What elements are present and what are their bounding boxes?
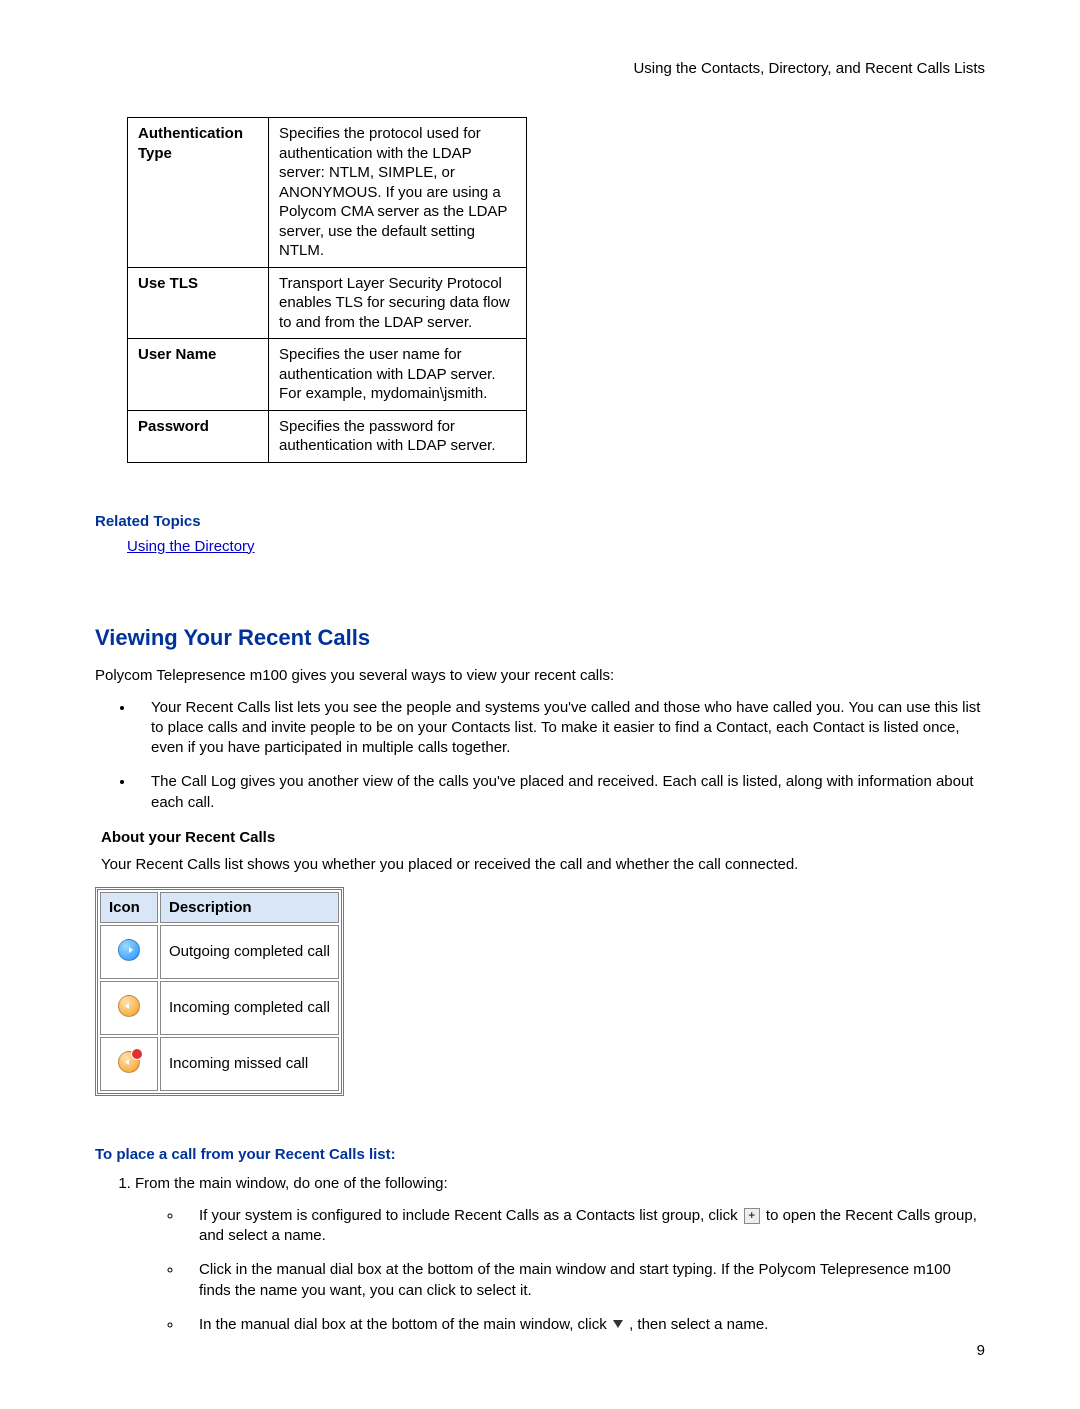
substep-dropdown: In the manual dial box at the bottom of … bbox=[183, 1315, 985, 1335]
description-header: Description bbox=[160, 892, 339, 923]
substep-open-group: If your system is configured to include … bbox=[183, 1206, 985, 1247]
table-row: Incoming completed call bbox=[100, 981, 339, 1035]
incoming-missed-icon bbox=[118, 1051, 140, 1073]
about-heading: About your Recent Calls bbox=[101, 829, 985, 846]
substep-manual-dial: Click in the manual dial box at the bott… bbox=[183, 1260, 985, 1301]
outgoing-completed-icon bbox=[118, 939, 140, 961]
incoming-completed-icon bbox=[118, 995, 140, 1017]
bullet-recent-calls: Your Recent Calls list lets you see the … bbox=[135, 698, 985, 759]
setting-label: Use TLS bbox=[128, 267, 269, 339]
setting-label: Password bbox=[128, 410, 269, 462]
icon-desc: Incoming missed call bbox=[160, 1037, 339, 1091]
expand-icon: + bbox=[744, 1208, 760, 1224]
page-number: 9 bbox=[977, 1342, 985, 1359]
using-the-directory-link[interactable]: Using the Directory bbox=[127, 538, 255, 555]
procedure-heading: To place a call from your Recent Calls l… bbox=[95, 1146, 985, 1163]
section-intro: Polycom Telepresence m100 gives you seve… bbox=[95, 665, 985, 686]
about-text: Your Recent Calls list shows you whether… bbox=[101, 854, 985, 875]
table-row: Incoming missed call bbox=[100, 1037, 339, 1091]
table-row: Authentication Type Specifies the protoc… bbox=[128, 118, 527, 268]
step-1: From the main window, do one of the foll… bbox=[135, 1173, 985, 1335]
table-row: User Name Specifies the user name for au… bbox=[128, 339, 527, 411]
setting-label: Authentication Type bbox=[128, 118, 269, 268]
substep-a-pre: If your system is configured to include … bbox=[199, 1207, 742, 1224]
icon-header: Icon bbox=[100, 892, 158, 923]
setting-desc: Transport Layer Security Protocol enable… bbox=[269, 267, 527, 339]
related-topics-heading: Related Topics bbox=[95, 513, 985, 530]
setting-desc: Specifies the user name for authenticati… bbox=[269, 339, 527, 411]
step-1-text: From the main window, do one of the foll… bbox=[135, 1175, 448, 1192]
table-row: Password Specifies the password for auth… bbox=[128, 410, 527, 462]
table-row: Use TLS Transport Layer Security Protoco… bbox=[128, 267, 527, 339]
chapter-header: Using the Contacts, Directory, and Recen… bbox=[95, 60, 985, 77]
substep-c-post: , then select a name. bbox=[629, 1316, 768, 1333]
icon-desc: Incoming completed call bbox=[160, 981, 339, 1035]
setting-desc: Specifies the protocol used for authenti… bbox=[269, 118, 527, 268]
substep-c-pre: In the manual dial box at the bottom of … bbox=[199, 1316, 611, 1333]
dropdown-icon bbox=[613, 1320, 623, 1328]
table-row: Outgoing completed call bbox=[100, 925, 339, 979]
section-title: Viewing Your Recent Calls bbox=[95, 625, 985, 651]
setting-desc: Specifies the password for authenticatio… bbox=[269, 410, 527, 462]
recent-calls-icon-table: Icon Description Outgoing completed call… bbox=[95, 887, 344, 1096]
ldap-settings-table: Authentication Type Specifies the protoc… bbox=[127, 117, 527, 463]
setting-label: User Name bbox=[128, 339, 269, 411]
icon-desc: Outgoing completed call bbox=[160, 925, 339, 979]
bullet-call-log: The Call Log gives you another view of t… bbox=[135, 772, 985, 813]
